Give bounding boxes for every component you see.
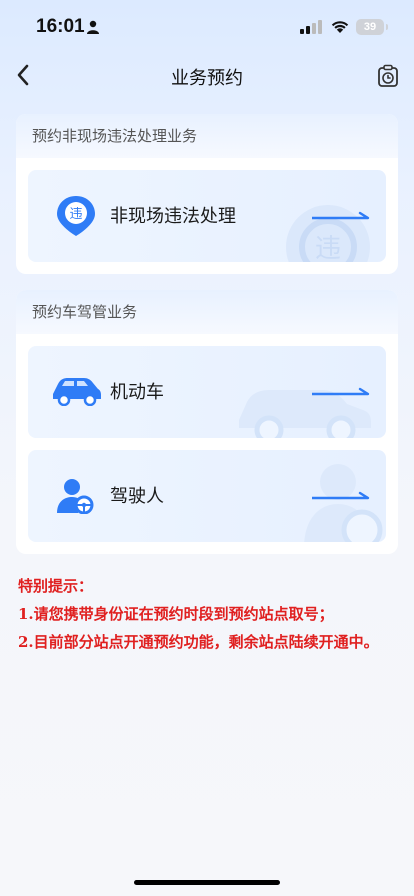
status-time: 16:01 xyxy=(36,16,85,37)
driver-icon xyxy=(57,479,94,514)
violation-processing-tile[interactable]: 违 违 非现场违法处理 xyxy=(28,170,386,262)
arrow-right-icon xyxy=(312,491,370,500)
notice-line: 1.请您携带身份证在预约时段到预约站点取号； xyxy=(18,605,334,623)
vehicle-tile[interactable]: 机动车 xyxy=(28,346,386,438)
tile-label: 非现场违法处理 xyxy=(110,206,236,227)
arrow-right-icon xyxy=(312,387,370,396)
driver-tile[interactable]: 驾驶人 xyxy=(28,450,386,542)
notice-line: 2.目前部分站点开通预约功能，剩余站点陆续开通中。 xyxy=(18,633,379,651)
home-indicator xyxy=(134,880,280,885)
notice-heading: 特别提示： xyxy=(18,577,94,595)
section-title: 预约非现场违法处理业务 xyxy=(16,114,398,158)
svg-text:违: 违 xyxy=(315,234,341,262)
tile-label: 驾驶人 xyxy=(110,486,164,507)
section-violation-card: 预约非现场违法处理业务 违 违 非现场违法处理 xyxy=(16,114,398,274)
svg-text:违: 违 xyxy=(69,207,82,222)
arrow-right-icon xyxy=(312,211,370,220)
battery-indicator: 39 xyxy=(356,19,388,35)
violation-pin-icon: 违 xyxy=(57,196,95,236)
special-notice: 特别提示： 1.请您携带身份证在预约时段到预约站点取号； 2.目前部分站点开通预… xyxy=(18,572,379,656)
wifi-icon xyxy=(331,21,349,33)
status-bar: 16:01 39 xyxy=(0,0,414,54)
car-icon xyxy=(53,378,101,406)
tile-label: 机动车 xyxy=(110,382,164,403)
nav-bar: 业务预约 xyxy=(0,54,414,98)
signal-icon xyxy=(300,20,322,34)
section-vehicle-driver-card: 预约车驾管业务 机动车 驾驶人 xyxy=(16,290,398,554)
clipboard-clock-icon[interactable] xyxy=(377,64,399,88)
section-title: 预约车驾管业务 xyxy=(16,290,398,334)
page-title: 业务预约 xyxy=(171,68,243,89)
person-icon xyxy=(87,20,99,34)
